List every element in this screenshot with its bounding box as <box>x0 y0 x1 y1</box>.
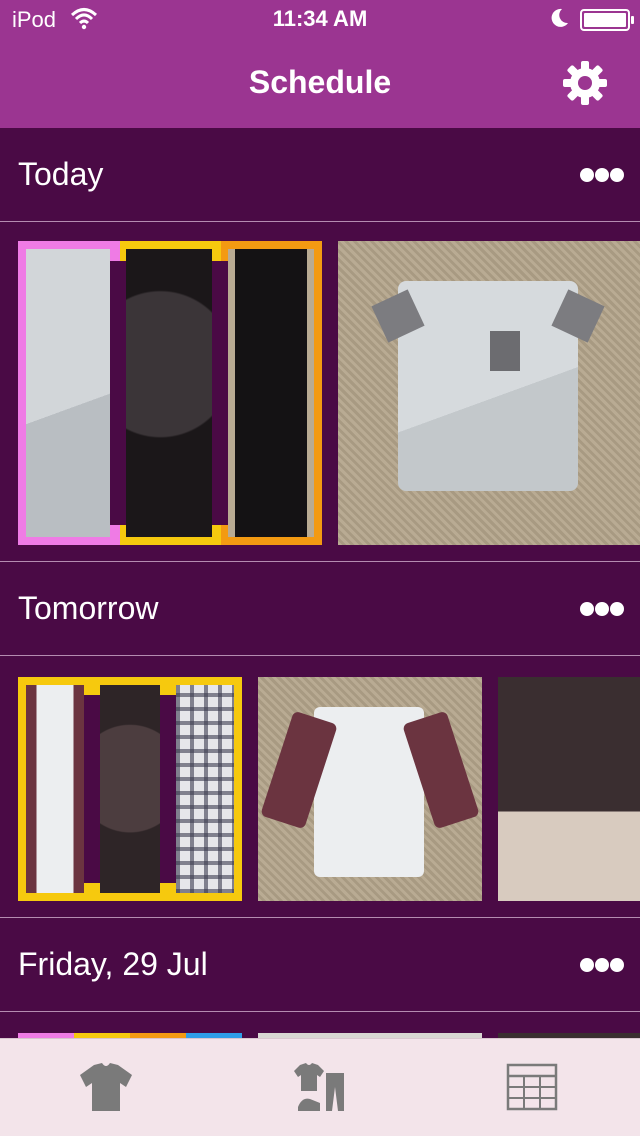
navigation-bar: iPod 11:34 AM Schedule <box>0 0 640 128</box>
item-photo-plaid-pants <box>176 685 234 893</box>
outfit-row-friday <box>0 1014 640 1038</box>
more-dots-icon[interactable] <box>580 602 624 618</box>
clock: 11:34 AM <box>272 6 368 31</box>
more-dots-icon[interactable] <box>580 168 624 184</box>
item-photo-brown-sneakers <box>100 685 160 893</box>
section-header-tomorrow: Tomorrow <box>0 562 640 656</box>
section-title: Tomorrow <box>18 590 159 626</box>
item-photo-maroon-raglan-shirt <box>26 685 84 893</box>
moon-icon <box>551 8 568 27</box>
item-photo-black-pants <box>228 249 314 537</box>
section-header-today: Today <box>0 128 640 222</box>
outfits-icon[interactable] <box>292 1059 352 1115</box>
battery-icon <box>580 9 634 31</box>
outfit-row-tomorrow <box>0 658 640 918</box>
page-title: Schedule <box>248 64 392 100</box>
outfit-row-today <box>0 222 640 562</box>
section-header-friday: Friday, 29 Jul <box>0 918 640 1012</box>
tab-bar <box>0 1038 640 1136</box>
item-photo-brown-sneakers[interactable] <box>498 677 640 901</box>
outfit-card[interactable] <box>18 241 322 545</box>
item-photo-grey-t-shirt <box>26 249 110 537</box>
section-title: Today <box>18 156 104 192</box>
t-shirt-icon[interactable] <box>76 1059 136 1115</box>
item-photo-grey-t-shirt[interactable] <box>338 241 640 545</box>
item-photo-black-sneakers <box>126 249 212 537</box>
outfit-card[interactable] <box>18 677 242 901</box>
calendar-grid-icon[interactable] <box>502 1059 562 1115</box>
section-title: Friday, 29 Jul <box>18 946 208 982</box>
gear-icon[interactable] <box>562 60 608 106</box>
item-photo-maroon-raglan-shirt[interactable] <box>258 677 482 901</box>
status-bar: iPod 11:34 AM <box>0 0 640 40</box>
more-dots-icon[interactable] <box>580 958 624 974</box>
